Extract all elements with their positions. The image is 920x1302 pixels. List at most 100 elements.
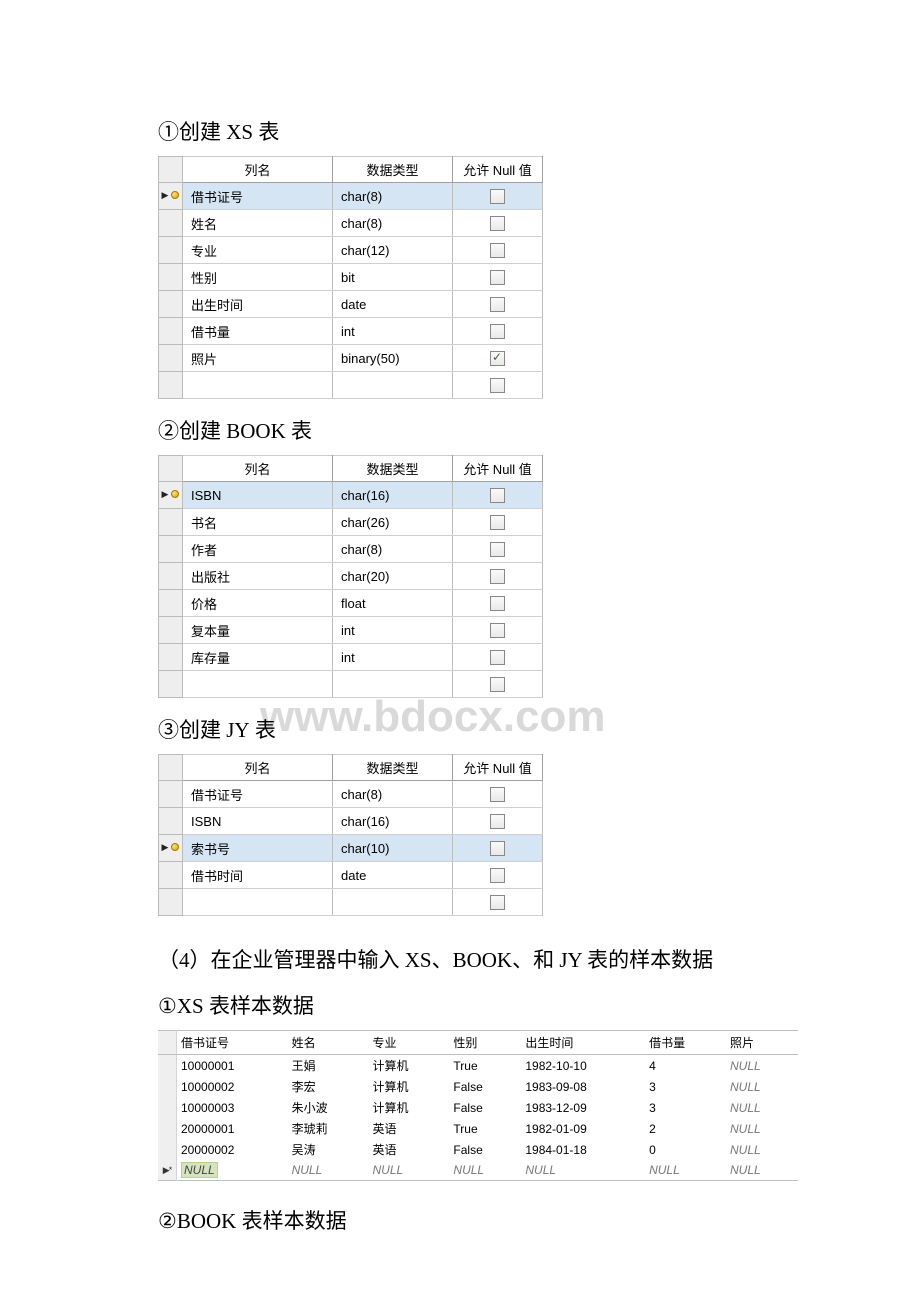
allow-null-checkbox[interactable] bbox=[490, 623, 505, 638]
col-header-null[interactable]: 允许 Null 值 bbox=[453, 456, 543, 482]
data-cell[interactable]: 1982-10-10 bbox=[521, 1055, 645, 1077]
data-cell[interactable]: 2 bbox=[645, 1118, 726, 1139]
new-row-gutter[interactable] bbox=[158, 1160, 177, 1181]
table-row[interactable]: 书名char(26) bbox=[159, 509, 543, 536]
cell-data-type[interactable]: float bbox=[333, 590, 453, 617]
data-cell[interactable]: 英语 bbox=[368, 1118, 449, 1139]
col-id[interactable]: 借书证号 bbox=[177, 1031, 288, 1055]
row-gutter[interactable] bbox=[159, 671, 183, 698]
cell-column-name[interactable]: ISBN bbox=[183, 808, 333, 835]
cell-allow-null[interactable] bbox=[453, 835, 543, 862]
data-cell[interactable]: NULL bbox=[726, 1097, 798, 1118]
data-cell[interactable]: 4 bbox=[645, 1055, 726, 1077]
allow-null-checkbox[interactable] bbox=[490, 787, 505, 802]
row-gutter[interactable] bbox=[159, 345, 183, 372]
data-cell[interactable]: 计算机 bbox=[368, 1097, 449, 1118]
row-gutter[interactable] bbox=[158, 1139, 177, 1160]
col-header-type[interactable]: 数据类型 bbox=[333, 755, 453, 781]
cell-allow-null[interactable] bbox=[453, 482, 543, 509]
cell-column-name[interactable]: 姓名 bbox=[183, 210, 333, 237]
data-cell[interactable]: NULL bbox=[726, 1139, 798, 1160]
cell-allow-null[interactable] bbox=[453, 781, 543, 808]
row-gutter[interactable] bbox=[159, 644, 183, 671]
row-gutter[interactable] bbox=[159, 590, 183, 617]
cell-data-type[interactable]: int bbox=[333, 318, 453, 345]
row-gutter[interactable] bbox=[159, 183, 183, 210]
allow-null-checkbox[interactable] bbox=[490, 841, 505, 856]
cell-column-name[interactable] bbox=[183, 671, 333, 698]
data-cell[interactable]: 吴涛 bbox=[288, 1139, 369, 1160]
cell-column-name[interactable] bbox=[183, 889, 333, 916]
cell-allow-null[interactable] bbox=[453, 210, 543, 237]
cell-data-type[interactable] bbox=[333, 372, 453, 399]
data-cell[interactable]: NULL bbox=[449, 1160, 521, 1181]
table-row[interactable]: 借书证号char(8) bbox=[159, 781, 543, 808]
data-cell[interactable]: False bbox=[449, 1139, 521, 1160]
cell-data-type[interactable]: date bbox=[333, 862, 453, 889]
data-cell[interactable]: True bbox=[449, 1118, 521, 1139]
col-header-name[interactable]: 列名 bbox=[183, 755, 333, 781]
allow-null-checkbox[interactable] bbox=[490, 677, 505, 692]
cell-allow-null[interactable] bbox=[453, 808, 543, 835]
cell-allow-null[interactable] bbox=[453, 671, 543, 698]
table-row[interactable]: 出生时间date bbox=[159, 291, 543, 318]
data-cell[interactable]: 10000002 bbox=[177, 1076, 288, 1097]
data-cell[interactable]: False bbox=[449, 1097, 521, 1118]
cell-column-name[interactable]: 出版社 bbox=[183, 563, 333, 590]
cell-column-name[interactable]: 借书证号 bbox=[183, 781, 333, 808]
col-header-name[interactable]: 列名 bbox=[183, 456, 333, 482]
data-cell[interactable]: 李琥莉 bbox=[288, 1118, 369, 1139]
cell-column-name[interactable]: 书名 bbox=[183, 509, 333, 536]
data-cell[interactable]: 英语 bbox=[368, 1139, 449, 1160]
cell-data-type[interactable]: char(16) bbox=[333, 482, 453, 509]
row-gutter[interactable] bbox=[159, 237, 183, 264]
table-row[interactable]: 10000003朱小波计算机False1983-12-093NULL bbox=[158, 1097, 798, 1118]
table-row[interactable]: ISBNchar(16) bbox=[159, 808, 543, 835]
row-gutter[interactable] bbox=[159, 509, 183, 536]
row-gutter[interactable] bbox=[159, 372, 183, 399]
col-header-name[interactable]: 列名 bbox=[183, 157, 333, 183]
cell-allow-null[interactable] bbox=[453, 318, 543, 345]
table-row[interactable] bbox=[159, 372, 543, 399]
cell-column-name[interactable]: 借书证号 bbox=[183, 183, 333, 210]
cell-data-type[interactable]: char(10) bbox=[333, 835, 453, 862]
cell-allow-null[interactable] bbox=[453, 536, 543, 563]
data-cell[interactable]: 1982-01-09 bbox=[521, 1118, 645, 1139]
table-row[interactable]: 性别bit bbox=[159, 264, 543, 291]
cell-allow-null[interactable] bbox=[453, 590, 543, 617]
col-header-type[interactable]: 数据类型 bbox=[333, 157, 453, 183]
row-gutter[interactable] bbox=[159, 536, 183, 563]
data-cell[interactable]: NULL bbox=[177, 1160, 288, 1181]
allow-null-checkbox[interactable] bbox=[490, 868, 505, 883]
cell-allow-null[interactable] bbox=[453, 509, 543, 536]
data-cell[interactable]: NULL bbox=[726, 1118, 798, 1139]
data-cell[interactable]: 1983-09-08 bbox=[521, 1076, 645, 1097]
cell-data-type[interactable]: int bbox=[333, 617, 453, 644]
table-row[interactable]: 索书号char(10) bbox=[159, 835, 543, 862]
row-gutter[interactable] bbox=[158, 1055, 177, 1077]
table-row[interactable]: 库存量int bbox=[159, 644, 543, 671]
data-cell[interactable]: 李宏 bbox=[288, 1076, 369, 1097]
cell-data-type[interactable]: int bbox=[333, 644, 453, 671]
allow-null-checkbox[interactable] bbox=[490, 378, 505, 393]
row-gutter[interactable] bbox=[159, 781, 183, 808]
cell-data-type[interactable] bbox=[333, 889, 453, 916]
cell-column-name[interactable] bbox=[183, 372, 333, 399]
data-cell[interactable]: NULL bbox=[288, 1160, 369, 1181]
table-row[interactable]: 出版社char(20) bbox=[159, 563, 543, 590]
col-name[interactable]: 姓名 bbox=[288, 1031, 369, 1055]
cell-data-type[interactable]: char(8) bbox=[333, 183, 453, 210]
col-qty[interactable]: 借书量 bbox=[645, 1031, 726, 1055]
row-gutter[interactable] bbox=[158, 1097, 177, 1118]
table-row[interactable]: 借书时间date bbox=[159, 862, 543, 889]
table-row[interactable]: 20000001李琥莉英语True1982-01-092NULL bbox=[158, 1118, 798, 1139]
table-row[interactable]: ISBNchar(16) bbox=[159, 482, 543, 509]
data-cell[interactable]: NULL bbox=[521, 1160, 645, 1181]
allow-null-checkbox[interactable] bbox=[490, 324, 505, 339]
cell-allow-null[interactable] bbox=[453, 183, 543, 210]
allow-null-checkbox[interactable] bbox=[490, 297, 505, 312]
data-cell[interactable]: 3 bbox=[645, 1097, 726, 1118]
allow-null-checkbox[interactable] bbox=[490, 814, 505, 829]
data-cell[interactable]: NULL bbox=[726, 1055, 798, 1077]
data-cell[interactable]: NULL bbox=[645, 1160, 726, 1181]
